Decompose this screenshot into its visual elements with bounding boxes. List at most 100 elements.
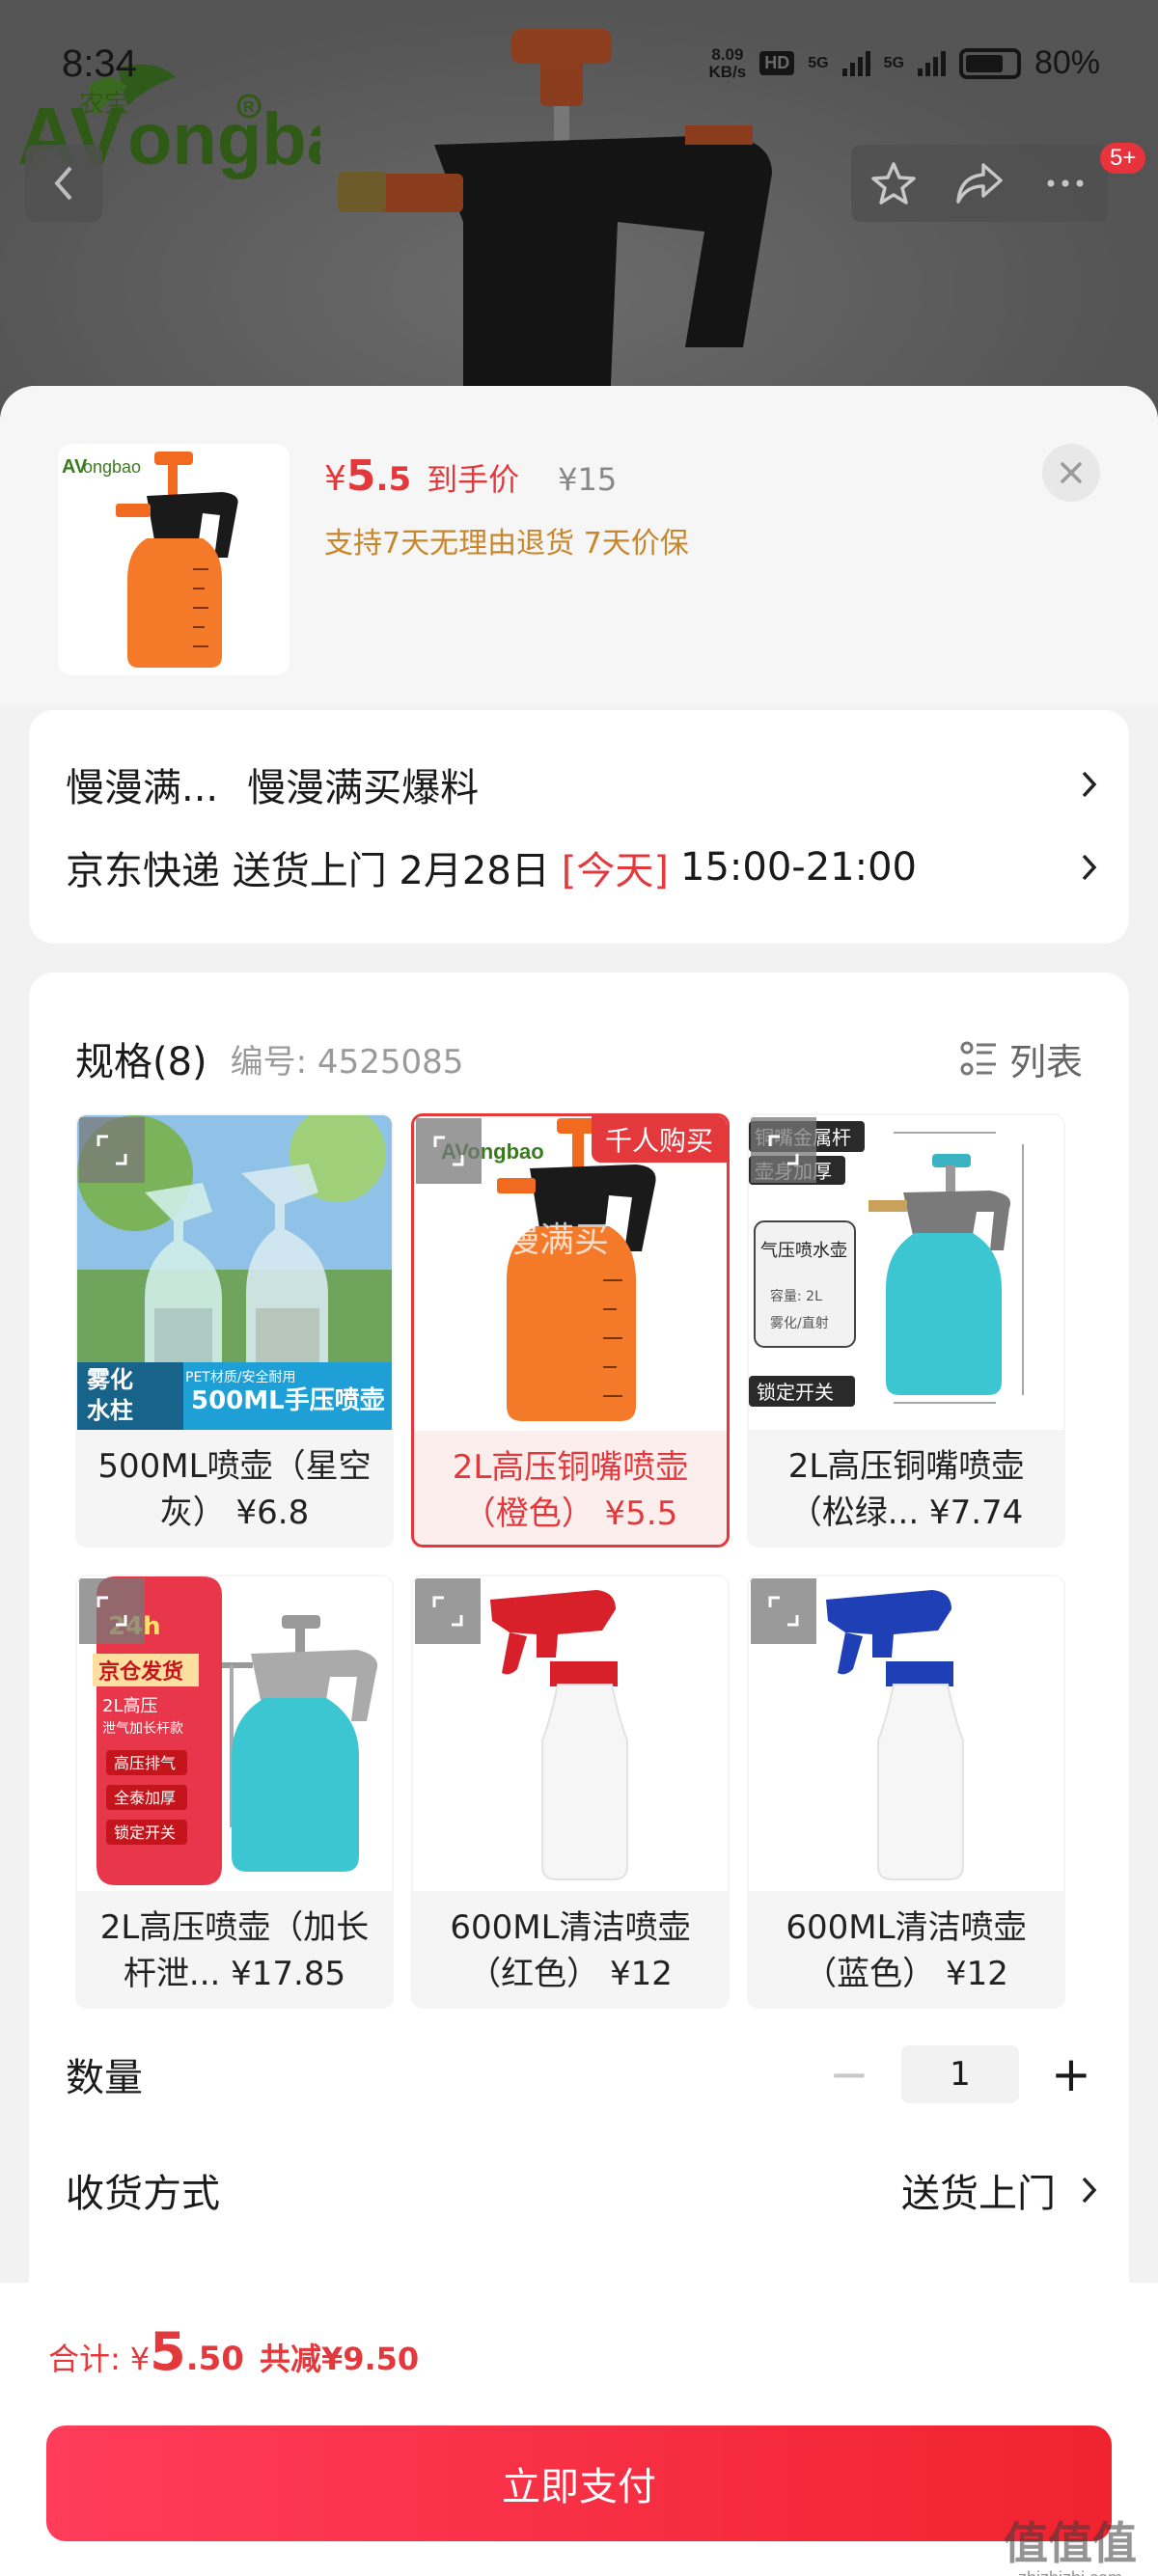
image-label: 容量: 2L (770, 1288, 822, 1304)
expand-icon (768, 1596, 799, 1627)
spec-option-600ml-red[interactable]: 600ML清洁喷壶（红色） ¥12 (411, 1575, 730, 2009)
pay-now-button[interactable]: 立即支付 (46, 2425, 1112, 2541)
product-thumbnail[interactable]: AV ongbao (58, 444, 290, 675)
spec-option-2l-long-rod[interactable]: 24h 京仓发货 2L高压 泄气加长杆款 高压排气 全泰加厚 锁定开关 (75, 1575, 394, 2009)
list-label: 列表 (1008, 1040, 1083, 1083)
total-decimal: .50 (185, 2340, 244, 2378)
badge-text: 水柱 (87, 1397, 133, 1424)
expand-icon (768, 1135, 799, 1165)
spec-option-label: 600ML清洁喷壶（红色） ¥12 (450, 1908, 691, 1993)
svg-text:ongbao: ongbao (127, 98, 320, 180)
checkout-bar: 合计: ¥ 5 .50 共减¥9.50 立即支付 (0, 2283, 1158, 2576)
hd-voice-icon: HD (759, 51, 795, 75)
badge-text: 雾化 (87, 1366, 133, 1393)
address-row[interactable]: 慢漫满... 慢漫满买爆料 (66, 756, 1100, 812)
image-label: 泄气加长杆款 (102, 1721, 183, 1737)
shipping-value: 送货上门 (901, 2162, 1100, 2218)
spec-option-label: 2L高压铜嘴喷壶（松绿... ¥7.74 (787, 1447, 1025, 1532)
image-label: 锁定开关 (757, 1381, 834, 1404)
price-decimal: .5 (375, 460, 412, 499)
zoom-button[interactable] (79, 1578, 145, 1644)
chevron-left-icon (54, 166, 72, 201)
signal-label-2: 5G (883, 54, 904, 71)
signal-label-1: 5G (808, 54, 829, 71)
spec-option-2l-orange[interactable]: AVongbao 慢漫满买 千人购买 2L高压铜嘴喷壶（橙色） ¥5.5 (411, 1113, 730, 1548)
spec-option-2l-green[interactable]: 铜嘴金属杆 壶身加厚 气压喷水壶 容量: 2L 雾化/直射 锁定开关 (747, 1113, 1065, 1548)
status-time: 8:34 (62, 42, 137, 85)
spec-header: 规格(8) 编号: 4525085 列表 (75, 1030, 1083, 1086)
image-label: 全泰加厚 (114, 1789, 176, 1807)
increase-button[interactable]: + (1042, 2045, 1100, 2103)
zoom-button[interactable] (416, 1118, 482, 1184)
chevron-right-icon (1082, 2177, 1097, 2204)
price-label: 到手价 (427, 461, 520, 498)
back-button[interactable] (25, 145, 102, 222)
address-card: 慢漫满... 慢漫满买爆料 京东快递 送货上门 2月28日 [今天] 15:00… (29, 710, 1129, 944)
address-detail: 慢漫满买爆料 (247, 766, 480, 810)
image-watermark: 慢漫满买 (470, 1220, 609, 1260)
share-icon[interactable] (954, 159, 1005, 207)
spec-option-600ml-blue[interactable]: 600ML清洁喷壶（蓝色） ¥12 (747, 1575, 1065, 2009)
spec-selection-sheet: AV ongbao ¥ 5 .5 到手价 ¥15 支持7天无理由退货 7天价保 … (0, 386, 1158, 2576)
expand-icon (432, 1596, 463, 1627)
status-bar: 8:34 8.09 KB/s HD 5G 5G 80% (0, 39, 1158, 96)
zoom-button[interactable] (751, 1578, 816, 1644)
list-view-toggle[interactable]: 列表 (959, 1032, 1083, 1085)
image-label: 京仓发货 (98, 1659, 183, 1685)
today-tag: [今天] (561, 849, 669, 893)
saving-amount: 共减¥9.50 (259, 2341, 420, 2377)
message-badge: 5+ (1100, 143, 1146, 174)
shipping-method: 送货上门 (901, 2172, 1056, 2216)
zoom-button[interactable] (79, 1117, 145, 1183)
quantity-label: 数量 (66, 2056, 143, 2100)
orange-sprayer-image: AV ongbao (62, 452, 238, 668)
image-label: 气压喷水壶 (760, 1241, 847, 1261)
net-speed: 8.09 KB/s (708, 44, 747, 81)
badge-text: PET材质/安全耐用 (185, 1369, 296, 1385)
signal-bars-icon (841, 50, 870, 76)
popular-tag: 千人购买 (591, 1116, 727, 1163)
recipient-name: 慢漫满... (66, 766, 219, 810)
watermark-text: 值值值 (1004, 2518, 1137, 2568)
original-price: ¥15 (558, 461, 618, 498)
star-icon[interactable] (869, 159, 918, 207)
signal-bars-icon (917, 50, 946, 76)
image-label: 锁定开关 (114, 1823, 176, 1842)
battery-percent: 80% (1034, 44, 1100, 81)
spec-option-label: 2L高压喷壶（加长杆泄... ¥17.85 (99, 1908, 370, 1993)
list-icon (960, 1041, 996, 1076)
site-watermark: 值值值 zhizhizhi.com (1004, 2508, 1137, 2576)
service-promise: 支持7天无理由退货 7天价保 (324, 527, 689, 561)
zoom-button[interactable] (415, 1578, 481, 1644)
image-label: 雾化/直射 (770, 1315, 829, 1331)
decrease-button[interactable]: − (820, 2045, 878, 2103)
expand-icon (96, 1135, 127, 1165)
total-label: 合计: (48, 2341, 121, 2377)
delivery-text: 京东快递 送货上门 2月28日 (66, 849, 550, 893)
product-code: 编号: 4525085 (230, 1042, 464, 1082)
delivery-row[interactable]: 京东快递 送货上门 2月28日 [今天] 15:00-21:00 (66, 839, 1100, 895)
expand-icon (96, 1596, 127, 1627)
expand-icon (433, 1136, 464, 1166)
chevron-right-icon (1082, 771, 1097, 798)
total-integer: 5 (150, 2321, 186, 2382)
badge-text: 500ML手压喷壶 (191, 1386, 385, 1415)
delivery-time-slot: 15:00-21:00 (680, 845, 917, 890)
svg-text:ongbao: ongbao (83, 457, 141, 477)
zoom-button[interactable] (751, 1117, 816, 1183)
spec-option-label: 600ML清洁喷壶（蓝色） ¥12 (786, 1908, 1027, 1993)
spec-title: 规格(8) (75, 1040, 207, 1084)
spec-option-500ml-grey[interactable]: 雾化 水柱 500ML手压喷壶 PET材质/安全耐用 500ML喷壶（星空灰） … (75, 1113, 394, 1548)
shipping-method-row[interactable]: 收货方式 送货上门 (66, 2151, 1100, 2229)
shipping-label: 收货方式 (66, 2172, 220, 2216)
close-button[interactable] (1042, 444, 1100, 502)
total-symbol: ¥ (129, 2341, 151, 2377)
close-icon (1061, 462, 1082, 483)
spec-option-label: 2L高压铜嘴喷壶（橙色） ¥5.5 (452, 1448, 689, 1533)
svg-text:R: R (243, 99, 255, 116)
more-icon[interactable] (1041, 159, 1089, 207)
sheet-header: AV ongbao ¥ 5 .5 到手价 ¥15 支持7天无理由退货 7天价保 (0, 386, 1158, 704)
price-symbol: ¥ (324, 459, 346, 499)
quantity-input[interactable]: 1 (901, 2045, 1019, 2103)
quantity-row: 数量 − 1 + (66, 2036, 1100, 2113)
